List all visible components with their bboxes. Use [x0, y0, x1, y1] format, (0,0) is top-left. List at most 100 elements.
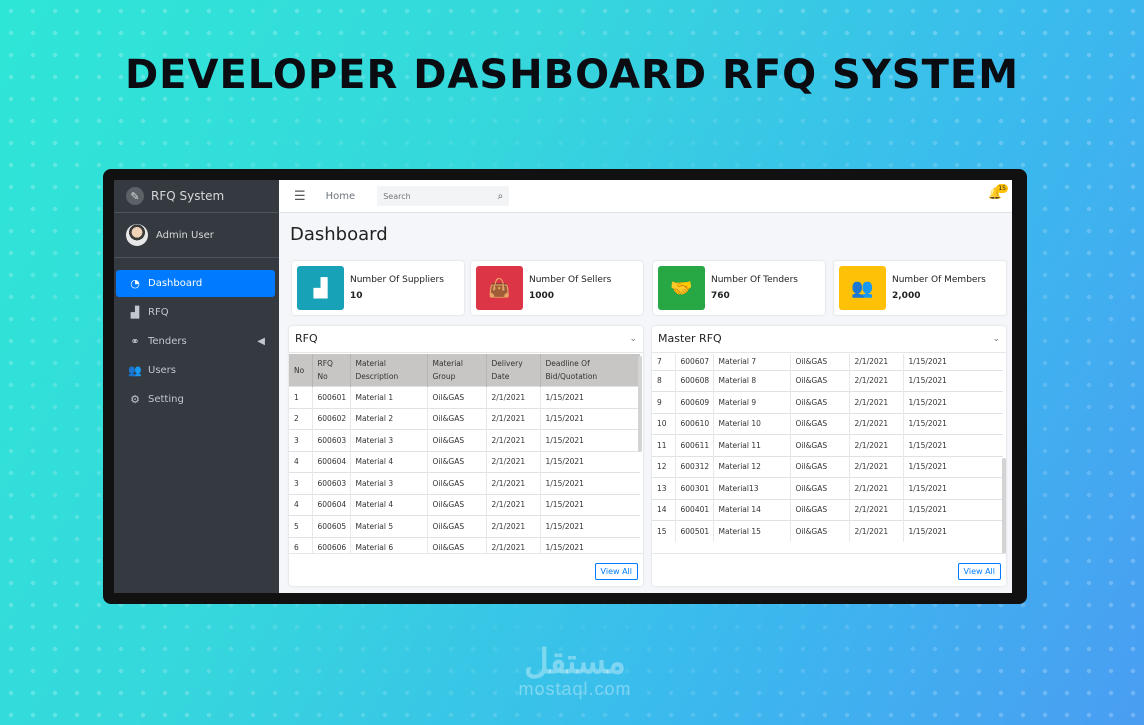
page-title: Dashboard	[290, 224, 388, 245]
cell: Material 3	[350, 429, 428, 451]
home-link[interactable]: Home	[326, 191, 356, 202]
cell: 600609	[675, 391, 714, 413]
table-row[interactable]: 14 600401 Material 14 Oil&GAS 2/1/2021 1/15/2…	[652, 498, 1003, 521]
rfq-table-scroll[interactable]: No RFQ No Material Description Material …	[289, 354, 640, 554]
watermark-latin: mostaql.com	[518, 679, 632, 699]
brand[interactable]: ✎ RFQ System	[114, 180, 279, 213]
cell: 2/1/2021	[486, 472, 541, 494]
stat-label: Number Of Members	[892, 275, 986, 285]
cell: 2/1/2021	[849, 520, 904, 542]
table-row[interactable]: 2 600602 Material 2 Oil&GAS 2/1/2021 1/15/202…	[289, 407, 640, 430]
handshake-icon: 🤝	[658, 266, 705, 310]
cell: 1/15/2021	[540, 515, 640, 537]
cell: 7	[652, 354, 676, 370]
master-table-scroll[interactable]: 7 600607 Material 7 Oil&GAS 2/1/2021 1/15/202…	[652, 354, 1003, 552]
cell: Oil&GAS	[790, 455, 850, 478]
cell: 15	[652, 520, 676, 542]
cell: Oil&GAS	[427, 450, 487, 473]
sidebar-item-label: Tenders	[148, 336, 187, 347]
search-icon[interactable]: ⌕	[498, 191, 510, 202]
column-header[interactable]: Delivery Date	[486, 354, 541, 387]
brand-logo-icon: ✎	[126, 187, 144, 205]
sidebar-item-tenders[interactable]: ⚭ Tenders ◀	[116, 328, 275, 355]
cell: 4	[289, 493, 313, 516]
cell: 1/15/2021	[540, 493, 640, 516]
topbar: ☰ Home Search ⌕ 🔔 15	[279, 180, 1012, 213]
scrollbar[interactable]	[638, 356, 642, 452]
scrollbar[interactable]	[1002, 458, 1006, 554]
cell: Oil&GAS	[427, 429, 487, 451]
table-row[interactable]: 13 600301 Material13 Oil&GAS 2/1/2021 1/15/20…	[652, 477, 1003, 499]
table-row[interactable]: 11 600611 Material 11 Oil&GAS 2/1/2021 1/15/2…	[652, 434, 1003, 456]
chevron-down-icon[interactable]: ⌄	[992, 334, 1000, 344]
table-row[interactable]: 4 600604 Material 4 Oil&GAS 2/1/2021 1/15/202…	[289, 450, 640, 473]
table-row[interactable]: 7 600607 Material 7 Oil&GAS 2/1/2021 1/15/202…	[652, 354, 1003, 370]
sidebar-item-users[interactable]: 👥 Users	[116, 357, 275, 384]
table-row[interactable]: 1 600601 Material 1 Oil&GAS 2/1/2021 1/15/202…	[289, 386, 640, 408]
gears-icon: ⚙	[130, 393, 140, 406]
cell: 2/1/2021	[486, 515, 541, 537]
view-all-button[interactable]: View All	[957, 563, 1001, 580]
sidebar-item-label: Setting	[148, 394, 184, 405]
sidebar-item-label: RFQ	[148, 307, 169, 318]
cell: 13	[652, 477, 676, 499]
column-header[interactable]: Material Description	[350, 354, 428, 387]
view-all-button[interactable]: View All	[594, 563, 638, 580]
sidebar-item-setting[interactable]: ⚙ Setting	[116, 386, 275, 413]
chevron-down-icon[interactable]: ⌄	[629, 334, 637, 344]
cell: Oil&GAS	[427, 493, 487, 516]
table-row[interactable]: 3 600603 Material 3 Oil&GAS 2/1/2021 1/15/202…	[289, 472, 640, 494]
cell: 600605	[312, 515, 351, 537]
user-panel[interactable]: Admin User	[114, 213, 279, 258]
sidebar-item-rfq[interactable]: ▟ RFQ	[116, 299, 275, 326]
cell: Material 6	[350, 536, 428, 554]
table-row[interactable]: 15 600501 Material 15 Oil&GAS 2/1/2021 1/15/2…	[652, 520, 1003, 542]
headline: DEVELOPER DASHBOARD RFQ SYSTEM	[124, 52, 1020, 98]
gauge-icon: ◔	[130, 277, 140, 290]
divider	[289, 352, 643, 353]
table-row[interactable]: 4 600604 Material 4 Oil&GAS 2/1/2021 1/15/202…	[289, 493, 640, 516]
cell: 6	[289, 536, 313, 554]
cell: Oil&GAS	[427, 472, 487, 494]
cell: 600608	[675, 369, 714, 392]
cell: 1/15/2021	[540, 450, 640, 473]
cell: Material 4	[350, 450, 428, 473]
cell: 1/15/2021	[540, 386, 640, 408]
column-header[interactable]: Deadline Of Bid/Quotation	[540, 354, 640, 387]
users-icon: 👥	[839, 266, 886, 310]
cell: 1/15/2021	[903, 434, 1003, 456]
cell: 2/1/2021	[849, 434, 904, 456]
column-header[interactable]: No	[289, 354, 313, 387]
hamburger-menu-icon[interactable]: ☰	[294, 189, 306, 204]
stat-label: Number Of Tenders	[711, 275, 798, 285]
table-row[interactable]: 5 600605 Material 5 Oil&GAS 2/1/2021 1/15/202…	[289, 515, 640, 537]
table-row[interactable]: 8 600608 Material 8 Oil&GAS 2/1/2021 1/15/202…	[652, 369, 1003, 392]
cell: Oil&GAS	[427, 407, 487, 430]
stat-card-tenders: 🤝 Number Of Tenders 760	[653, 261, 825, 315]
cell: 2/1/2021	[849, 498, 904, 521]
cell: Material 1	[350, 386, 428, 408]
cell: 600312	[675, 455, 714, 478]
sidebar-item-dashboard[interactable]: ◔ Dashboard	[116, 270, 275, 297]
stat-value: 1000	[529, 291, 555, 301]
table-row[interactable]: 9 600609 Material 9 Oil&GAS 2/1/2021 1/15/202…	[652, 391, 1003, 413]
card-title: Master RFQ	[658, 332, 722, 345]
bell-icon[interactable]: 🔔 15	[988, 184, 1008, 200]
cell: 2/1/2021	[486, 536, 541, 554]
cell: 600301	[675, 477, 714, 499]
search-input[interactable]: Search ⌕	[377, 186, 510, 206]
table-row[interactable]: 6 600606 Material 6 Oil&GAS 2/1/2021 1/15/202…	[289, 536, 640, 554]
rfq-card: RFQ ⌄ No RFQ No Material Description Mat…	[289, 326, 643, 586]
table-row[interactable]: 12 600312 Material 12 Oil&GAS 2/1/2021 1/15/2…	[652, 455, 1003, 478]
table-row[interactable]: 10 600610 Material 10 Oil&GAS 2/1/2021 1/15/2…	[652, 412, 1003, 435]
column-header[interactable]: RFQ No	[312, 354, 351, 387]
cell: Material 15	[713, 520, 791, 542]
cell: 600601	[312, 386, 351, 408]
column-header[interactable]: Material Group	[427, 354, 487, 387]
cell: 600603	[312, 472, 351, 494]
cell: 4	[289, 450, 313, 473]
cell: Oil&GAS	[790, 498, 850, 521]
cell: Oil&GAS	[427, 515, 487, 537]
cell: 1/15/2021	[903, 520, 1003, 542]
table-row[interactable]: 3 600603 Material 3 Oil&GAS 2/1/2021 1/15/202…	[289, 429, 640, 451]
